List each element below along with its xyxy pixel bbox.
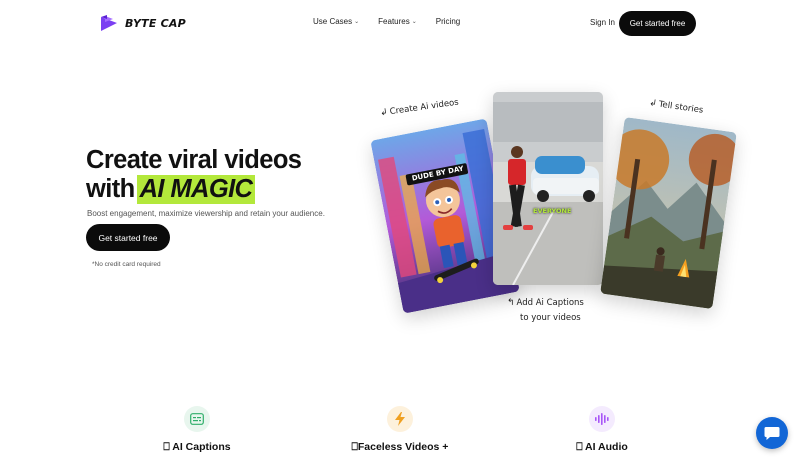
- no-credit-card-note: *No credit card required: [92, 261, 161, 268]
- curved-arrow-icon: ↲: [379, 107, 389, 119]
- nav-links: Use Cases ⌄ Features ⌄ Pricing: [313, 17, 479, 26]
- feature-ai-captions[interactable]: ⎕ AI Captions: [127, 406, 267, 454]
- feature-ai-captions-label: ⎕ AI Captions: [163, 441, 230, 454]
- nav-use-cases[interactable]: Use Cases ⌄: [313, 17, 359, 26]
- bytecap-logo-icon: [99, 13, 119, 33]
- label-create-ai-videos: ↲Create Ai videos: [380, 98, 460, 119]
- captions-icon-bg: [184, 406, 210, 432]
- nav-pricing-label: Pricing: [435, 17, 461, 26]
- lightning-icon: [395, 412, 405, 426]
- curved-arrow-icon: ↲: [648, 98, 658, 110]
- hero-subtitle: Boost engagement, maximize viewership an…: [87, 209, 325, 218]
- nav-features[interactable]: Features ⌄: [378, 17, 417, 26]
- hero-title-line1: Create viral videos: [86, 146, 302, 174]
- nav-features-label: Features: [378, 17, 410, 26]
- nav-get-started-button[interactable]: Get started free: [619, 11, 696, 36]
- chat-widget-button[interactable]: [756, 417, 788, 449]
- audio-wave-icon: [595, 413, 609, 425]
- feature-placeholder-glyph: ⎕: [163, 441, 170, 453]
- card-mid-caption: EVERYONE: [533, 207, 572, 215]
- brand-name: BYTE CAP: [125, 16, 186, 30]
- label-tell-stories-text: Tell stories: [658, 99, 704, 116]
- sign-in-link[interactable]: Sign In: [590, 18, 615, 27]
- brand-logo[interactable]: BYTE CAP: [99, 13, 186, 33]
- captions-icon: [190, 413, 204, 425]
- video-card-story[interactable]: [600, 117, 737, 309]
- audio-icon-bg: [589, 406, 615, 432]
- street-video-image: [493, 92, 603, 285]
- label-add-ai-captions-line1: ↰ Add Ai Captions: [507, 296, 584, 311]
- story-landscape-image: [600, 117, 737, 309]
- label-add-ai-captions-line2: to your videos: [520, 313, 581, 323]
- chevron-down-icon: ⌄: [354, 19, 360, 25]
- feature-ai-audio-text: AI Audio: [585, 441, 628, 453]
- hero-get-started-button[interactable]: Get started free: [86, 224, 170, 251]
- chevron-down-icon: ⌄: [411, 19, 417, 25]
- feature-faceless-videos[interactable]: ⎕Faceless Videos +: [330, 406, 470, 454]
- top-navbar: BYTE CAP Use Cases ⌄ Features ⌄ Pricing …: [0, 0, 800, 46]
- nav-pricing[interactable]: Pricing: [436, 17, 460, 26]
- feature-ai-captions-text: AI Captions: [172, 441, 231, 453]
- feature-ai-audio[interactable]: ⎕ AI Audio: [532, 406, 672, 454]
- label-tell-stories: ↲Tell stories: [649, 98, 704, 115]
- feature-placeholder-glyph: ⎕: [576, 441, 583, 453]
- feature-faceless-videos-label: ⎕Faceless Videos +: [352, 441, 449, 454]
- lightning-icon-bg: [387, 406, 413, 432]
- hero-title: Create viral videos with AI MAGIC: [86, 146, 302, 204]
- feature-ai-audio-label: ⎕ AI Audio: [576, 441, 628, 454]
- video-card-captions[interactable]: EVERYONE: [493, 92, 603, 285]
- curved-arrow-icon: ↰: [507, 298, 515, 308]
- chat-bubble-icon: [764, 426, 780, 440]
- label-add-ai-captions-text1: Add Ai Captions: [516, 298, 584, 308]
- hero-title-line2: with AI MAGIC: [86, 175, 301, 204]
- label-create-ai-videos-text: Create Ai videos: [389, 97, 460, 118]
- hero-title-with: with: [86, 175, 135, 203]
- feature-faceless-videos-text: Faceless Videos +: [357, 441, 449, 453]
- label-add-ai-captions: ↰ Add Ai Captions to your videos: [507, 296, 584, 326]
- nav-use-cases-label: Use Cases: [313, 17, 353, 26]
- hero-title-highlight: AI MAGIC: [136, 175, 256, 204]
